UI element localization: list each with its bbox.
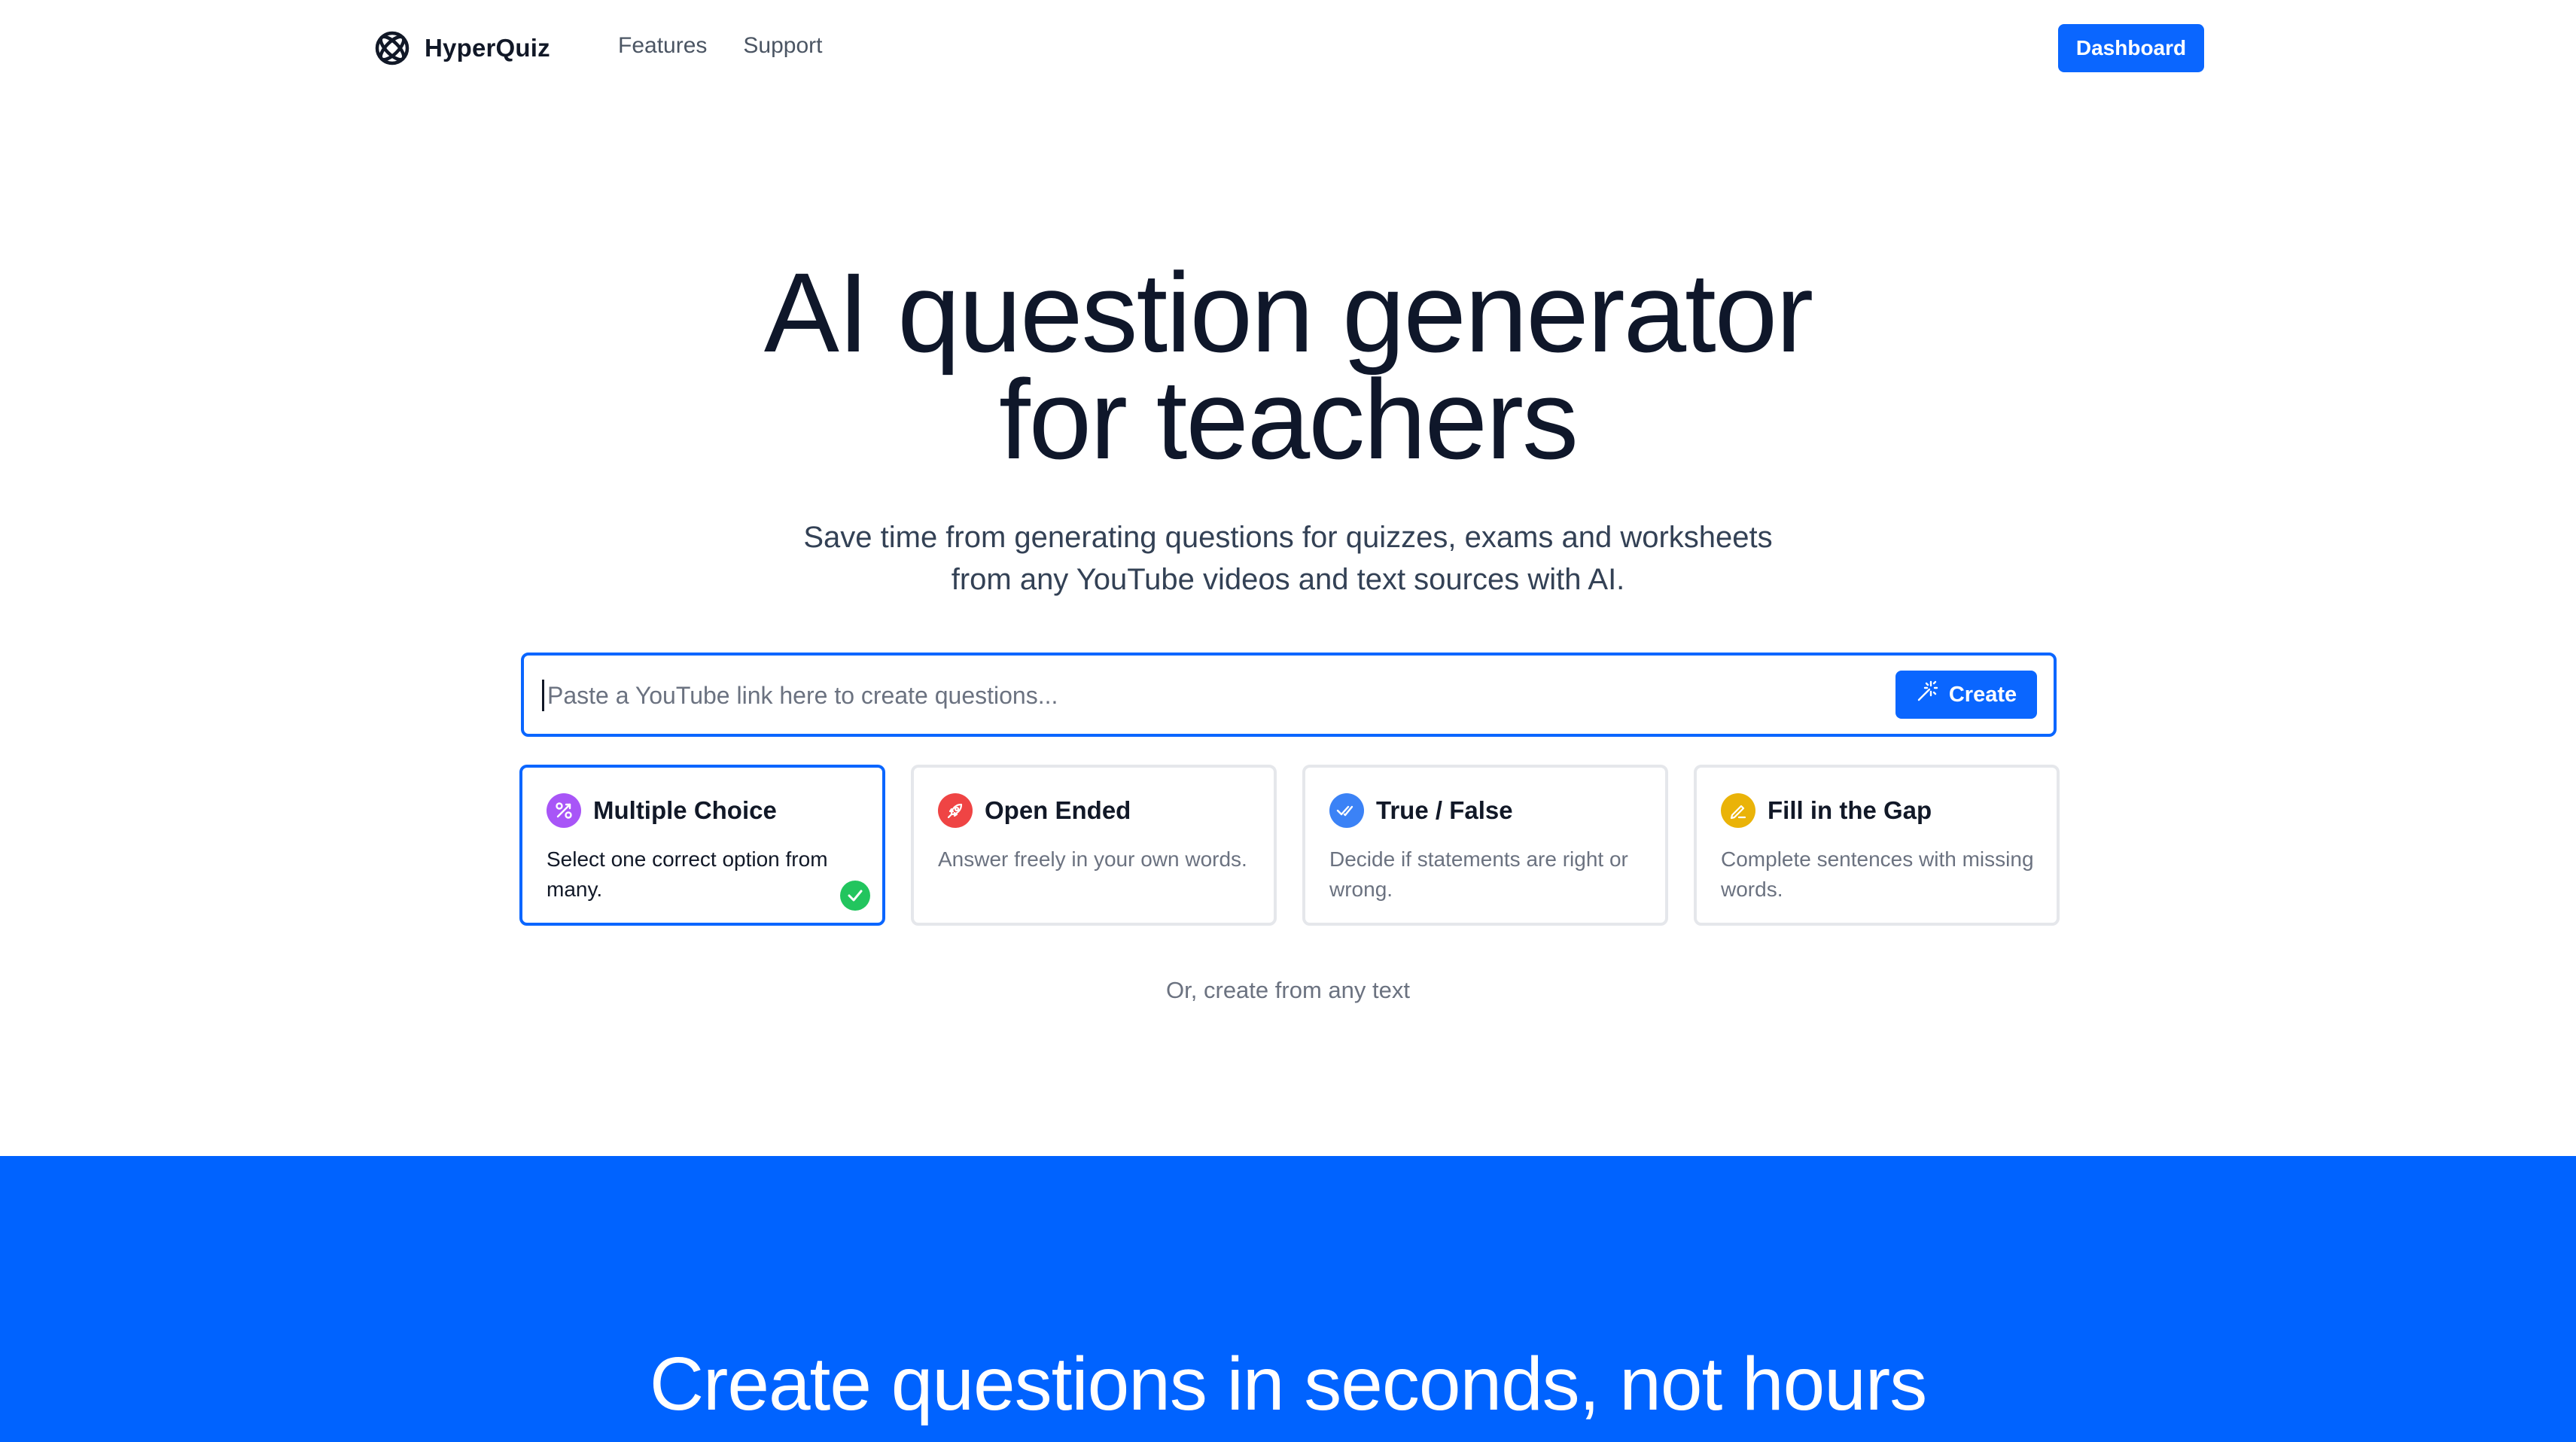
- hero-title: AI question generator for teachers: [0, 256, 2576, 476]
- brand-link[interactable]: HyperQuiz: [373, 29, 550, 68]
- question-type-fill-in-the-gap[interactable]: Fill in the Gap Complete sentences with …: [1694, 765, 2060, 926]
- question-type-multiple-choice[interactable]: Multiple Choice Select one correct optio…: [519, 765, 885, 926]
- card-header: Fill in the Gap: [1721, 793, 1932, 828]
- magic-wand-icon: [1916, 680, 1938, 709]
- brand-name: HyperQuiz: [425, 34, 550, 62]
- youtube-link-form: Create: [521, 653, 2057, 737]
- create-button[interactable]: Create: [1895, 671, 2037, 719]
- card-header: True / False: [1329, 793, 1513, 828]
- double-check-icon: [1329, 793, 1364, 828]
- nav-support-link[interactable]: Support: [743, 33, 822, 59]
- card-header: Open Ended: [938, 793, 1131, 828]
- nav-features-link[interactable]: Features: [618, 33, 707, 59]
- hero-subtitle: Save time from generating questions for …: [0, 516, 2576, 601]
- hyperquiz-logo-icon: [373, 29, 411, 67]
- question-type-cards: Multiple Choice Select one correct optio…: [519, 765, 2060, 927]
- hero-title-line-2: for teachers: [998, 356, 1579, 482]
- card-header: Multiple Choice: [547, 793, 777, 828]
- header: HyperQuiz Features Support Dashboard: [0, 0, 2576, 96]
- create-from-text-link[interactable]: Or, create from any text: [0, 977, 2576, 1004]
- create-button-label: Create: [1948, 682, 2017, 707]
- card-description: Decide if statements are right or wrong.: [1329, 847, 1628, 901]
- main-nav: Features Support: [618, 33, 822, 59]
- question-type-true-false[interactable]: True / False Decide if statements are ri…: [1302, 765, 1668, 926]
- multiple-choice-icon: [547, 793, 581, 828]
- card-description: Answer freely in your own words.: [938, 847, 1247, 871]
- band-title: Create questions in seconds, not hours: [649, 1342, 1927, 1426]
- selected-check-icon: [840, 881, 870, 911]
- hero-subtitle-line-1: Save time from generating questions for …: [803, 521, 1773, 554]
- features-band: Create questions in seconds, not hours: [0, 1156, 2576, 1442]
- youtube-link-input[interactable]: [542, 680, 1798, 711]
- card-description: Complete sentences with missing words.: [1721, 847, 2034, 901]
- pencil-icon: [1721, 793, 1755, 828]
- hero-subtitle-line-2: from any YouTube videos and text sources…: [951, 563, 1625, 596]
- card-title: True / False: [1376, 796, 1513, 824]
- card-description: Select one correct option from many.: [547, 847, 828, 901]
- page: HyperQuiz Features Support Dashboard AI …: [0, 0, 2576, 1442]
- dashboard-button[interactable]: Dashboard: [2058, 24, 2204, 72]
- question-type-open-ended[interactable]: Open Ended Answer freely in your own wor…: [911, 765, 1277, 926]
- card-title: Multiple Choice: [593, 796, 777, 824]
- card-title: Open Ended: [985, 796, 1131, 824]
- card-title: Fill in the Gap: [1768, 796, 1932, 824]
- rocket-icon: [938, 793, 973, 828]
